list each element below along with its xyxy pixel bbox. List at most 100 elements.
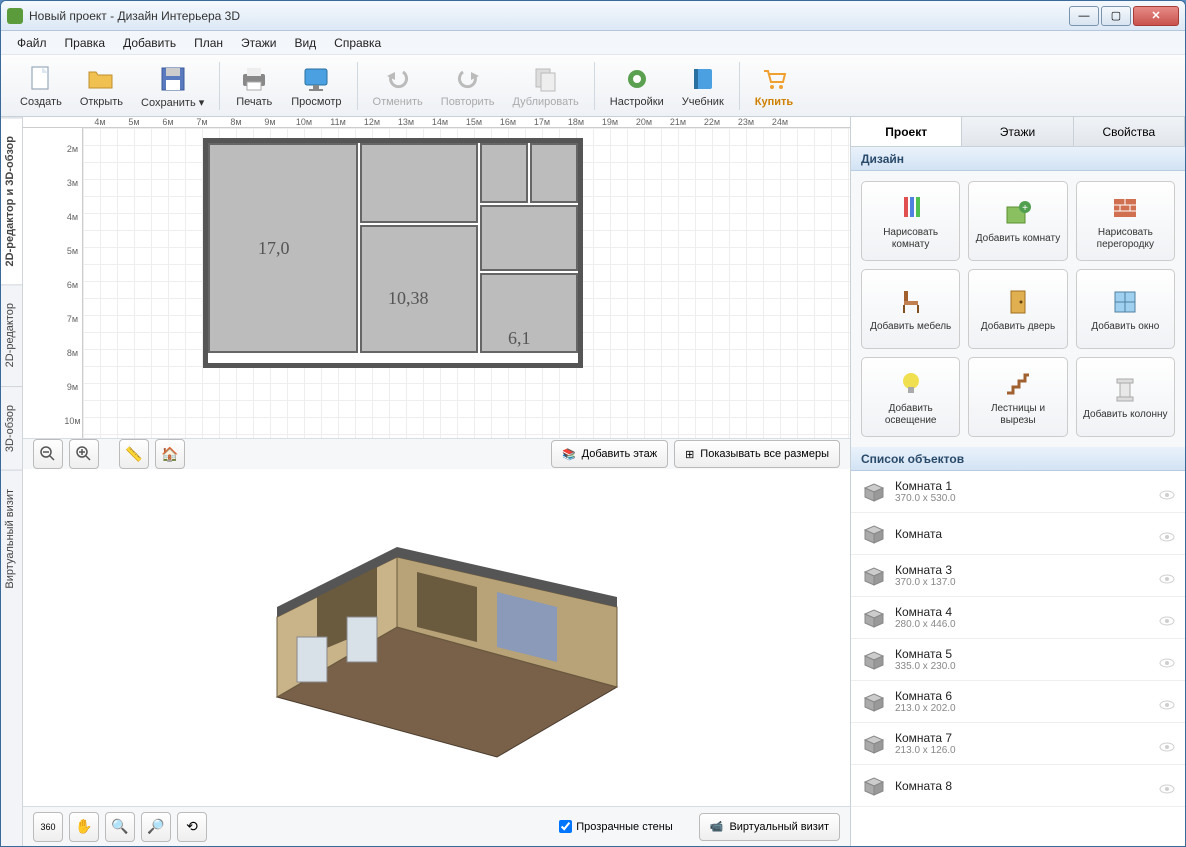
visibility-icon[interactable]	[1159, 529, 1175, 539]
tile-add-door[interactable]: Добавить дверь	[968, 269, 1067, 349]
redo-icon	[452, 63, 484, 95]
home-button[interactable]: 🏠	[155, 439, 185, 469]
zoom-out-3d-button[interactable]: 🔍	[105, 812, 135, 842]
create-button[interactable]: Создать	[11, 58, 71, 113]
rtab-Проект[interactable]: Проект	[851, 117, 962, 146]
objects-header: Список объектов	[851, 447, 1185, 471]
preview-button[interactable]: Просмотр	[282, 58, 350, 113]
window-title: Новый проект - Дизайн Интерьера 3D	[29, 9, 1069, 23]
3d-toolbar: 360 ✋ 🔍 🔎 ⟲ Прозрачные стены 📹Виртуальны…	[23, 806, 850, 846]
pencils-icon	[895, 192, 927, 224]
titlebar: Новый проект - Дизайн Интерьера 3D — ▢ ✕	[1, 1, 1185, 31]
room-5[interactable]	[530, 143, 578, 203]
close-button[interactable]: ✕	[1133, 6, 1179, 26]
zoom-out-button[interactable]	[33, 439, 63, 469]
house-3d-model[interactable]	[217, 497, 657, 777]
rtab-Этажи[interactable]: Этажи	[962, 117, 1073, 146]
print-button[interactable]: Печать	[226, 58, 282, 113]
room-4[interactable]	[480, 143, 528, 203]
redo-button: Повторить	[432, 58, 504, 113]
room-label-3: 6,1	[508, 328, 531, 349]
save-button[interactable]: Сохранить ▾	[132, 58, 213, 114]
3d-view: 360 ✋ 🔍 🔎 ⟲ Прозрачные стены 📹Виртуальны…	[23, 467, 850, 846]
2d-view: 4м5м6м7м8м9м10м11м12м13м14м15м16м17м18м1…	[23, 117, 850, 467]
tile-add-furn[interactable]: Добавить мебель	[861, 269, 960, 349]
object-item-7[interactable]: Комната 8	[851, 765, 1185, 807]
tile-column[interactable]: Добавить колонну	[1076, 357, 1175, 437]
app-icon	[7, 8, 23, 24]
tile-stairs[interactable]: Лестницы и вырезы	[968, 357, 1067, 437]
visibility-icon[interactable]	[1159, 487, 1175, 497]
menu-Вид[interactable]: Вид	[286, 33, 324, 53]
visibility-icon[interactable]	[1159, 697, 1175, 707]
visibility-icon[interactable]	[1159, 781, 1175, 791]
show-dims-button[interactable]: ⊞Показывать все размеры	[674, 440, 840, 468]
rtab-Свойства[interactable]: Свойства	[1074, 117, 1185, 146]
object-item-4[interactable]: Комната 5335.0 x 230.0	[851, 639, 1185, 681]
vtab-2[interactable]: 3D-обзор	[1, 386, 22, 470]
floorplan-canvas[interactable]: 17,0 10,38 6,1	[83, 128, 850, 438]
pan-button[interactable]: ✋	[69, 812, 99, 842]
open-button[interactable]: Открыть	[71, 58, 132, 113]
minimize-button[interactable]: —	[1069, 6, 1099, 26]
virtual-visit-button[interactable]: 📹Виртуальный визит	[699, 813, 840, 841]
camera-icon: 📹	[710, 820, 724, 833]
undo-button: Отменить	[364, 58, 432, 113]
view-tabs: 2D-редактор и 3D-обзор2D-редактор3D-обзо…	[1, 117, 23, 846]
tutorial-button[interactable]: Учебник	[673, 58, 733, 113]
ruler-vertical: 2м3м4м5м6м7м8м9м10м	[63, 128, 83, 438]
tile-draw-wall[interactable]: Нарисовать перегородку	[1076, 181, 1175, 261]
ruler-button[interactable]: 📏	[119, 439, 149, 469]
visibility-icon[interactable]	[1159, 571, 1175, 581]
menubar: ФайлПравкаДобавитьПланЭтажиВидСправка	[1, 31, 1185, 55]
object-item-1[interactable]: Комната	[851, 513, 1185, 555]
menu-Добавить[interactable]: Добавить	[115, 33, 184, 53]
menu-Файл[interactable]: Файл	[9, 33, 55, 53]
menu-Правка[interactable]: Правка	[57, 33, 114, 53]
room-6[interactable]	[480, 205, 578, 271]
cube-icon	[861, 650, 887, 670]
buy-button[interactable]: Купить	[746, 58, 802, 113]
visibility-icon[interactable]	[1159, 613, 1175, 623]
app-window: Новый проект - Дизайн Интерьера 3D — ▢ ✕…	[0, 0, 1186, 847]
vtab-1[interactable]: 2D-редактор	[1, 284, 22, 385]
vtab-3[interactable]: Виртуальный визит	[1, 470, 22, 607]
object-item-3[interactable]: Комната 4280.0 x 446.0	[851, 597, 1185, 639]
cart-icon	[758, 63, 790, 95]
undo-icon	[382, 63, 414, 95]
tile-add-light[interactable]: Добавить освещение	[861, 357, 960, 437]
menu-Справка[interactable]: Справка	[326, 33, 389, 53]
menu-План[interactable]: План	[186, 33, 231, 53]
add-floor-button[interactable]: 📚Добавить этаж	[551, 440, 668, 468]
reset-view-button[interactable]: ⟲	[177, 812, 207, 842]
visibility-icon[interactable]	[1159, 739, 1175, 749]
tile-draw-room[interactable]: Нарисовать комнату	[861, 181, 960, 261]
maximize-button[interactable]: ▢	[1101, 6, 1131, 26]
design-grid: Нарисовать комнату+Добавить комнатуНарис…	[851, 171, 1185, 447]
cube-icon	[861, 524, 887, 544]
2d-toolbar: 📏 🏠 📚Добавить этаж ⊞Показывать все разме…	[23, 438, 850, 469]
column-icon	[1109, 374, 1141, 406]
object-item-0[interactable]: Комната 1370.0 x 530.0	[851, 471, 1185, 513]
tile-add-window[interactable]: Добавить окно	[1076, 269, 1175, 349]
monitor-icon	[300, 63, 332, 95]
bricks-icon	[1109, 192, 1141, 224]
room-7[interactable]	[360, 143, 478, 223]
3d-canvas[interactable]	[23, 467, 850, 806]
layers-icon: 📚	[562, 448, 576, 461]
tile-add-room[interactable]: +Добавить комнату	[968, 181, 1067, 261]
zoom-in-3d-button[interactable]: 🔎	[141, 812, 171, 842]
object-item-2[interactable]: Комната 3370.0 x 137.0	[851, 555, 1185, 597]
rotate-360-button[interactable]: 360	[33, 812, 63, 842]
zoom-in-button[interactable]	[69, 439, 99, 469]
visibility-icon[interactable]	[1159, 655, 1175, 665]
gear-icon	[621, 63, 653, 95]
object-item-5[interactable]: Комната 6213.0 x 202.0	[851, 681, 1185, 723]
menu-Этажи[interactable]: Этажи	[233, 33, 284, 53]
transparent-walls-checkbox[interactable]: Прозрачные стены	[559, 820, 672, 833]
vtab-0[interactable]: 2D-редактор и 3D-обзор	[1, 117, 22, 284]
folder-icon	[85, 63, 117, 95]
object-item-6[interactable]: Комната 7213.0 x 126.0	[851, 723, 1185, 765]
settings-button[interactable]: Настройки	[601, 58, 673, 113]
floorplan[interactable]: 17,0 10,38 6,1	[203, 138, 583, 368]
